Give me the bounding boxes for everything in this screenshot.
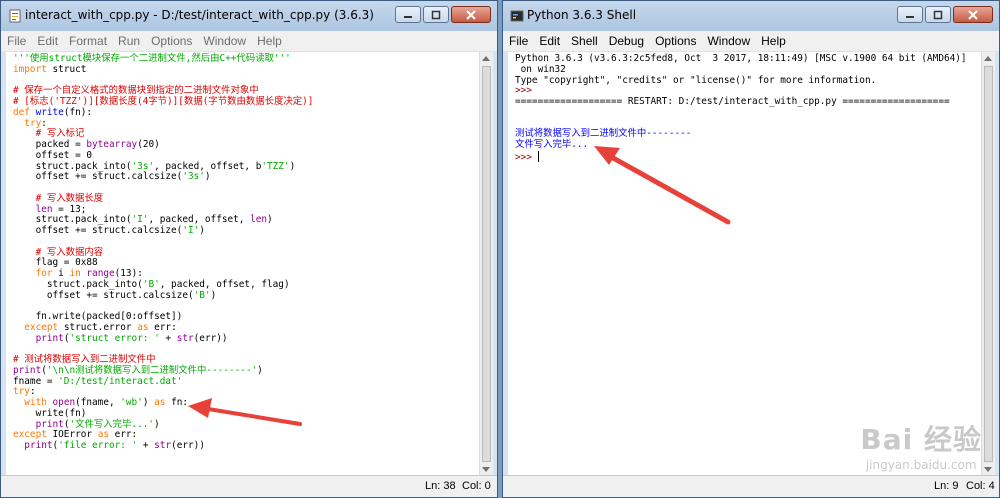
shell-prompt: >>> bbox=[515, 151, 538, 163]
close-icon bbox=[466, 9, 476, 20]
close-icon bbox=[968, 9, 978, 20]
menu-edit[interactable]: Edit bbox=[37, 34, 58, 48]
watermark-url: jingyan.baidu.com bbox=[865, 458, 977, 472]
editor-titlebar[interactable]: interact_with_cpp.py - D:/test/interact_… bbox=[1, 1, 497, 31]
scroll-up-icon[interactable] bbox=[984, 56, 992, 61]
shell-line: on win32 bbox=[515, 63, 566, 75]
watermark-brand: Bai 经验 bbox=[860, 423, 982, 456]
scroll-down-icon[interactable] bbox=[482, 467, 490, 472]
menu-window[interactable]: Window bbox=[203, 34, 246, 48]
code-line: except struct.error as err: bbox=[24, 321, 177, 333]
code-line: # [标志('TZZ')][数据长度(4字节)][数据(字节数由数据长度决定)] bbox=[13, 96, 314, 107]
minimize-icon bbox=[906, 15, 914, 18]
menu-file[interactable]: File bbox=[509, 34, 528, 48]
code-line: # 写入数据长度 bbox=[35, 192, 104, 204]
minimize-button[interactable] bbox=[897, 6, 923, 23]
python-shell-icon bbox=[510, 10, 524, 22]
shell-titlebar[interactable]: Python 3.6.3 Shell bbox=[503, 1, 999, 31]
scroll-up-icon[interactable] bbox=[482, 56, 490, 61]
code-line: offset = 0 bbox=[13, 149, 93, 161]
menu-shell[interactable]: Shell bbox=[571, 34, 598, 48]
code-line: struct.pack_into('3s', packed, offset, b… bbox=[13, 160, 296, 172]
close-button[interactable] bbox=[451, 6, 491, 23]
editor-scrollbar[interactable] bbox=[479, 52, 493, 476]
code-line: except IOError as err: bbox=[13, 429, 138, 441]
menu-help[interactable]: Help bbox=[257, 34, 282, 48]
code-line: print('文件写入完毕...') bbox=[35, 418, 160, 430]
maximize-icon bbox=[933, 10, 943, 19]
menu-edit[interactable]: Edit bbox=[539, 34, 560, 48]
line-number: Ln: 38 bbox=[425, 480, 456, 492]
shell-line: 文件写入完毕... bbox=[515, 139, 589, 150]
menu-help[interactable]: Help bbox=[761, 34, 786, 48]
python-file-icon bbox=[9, 9, 21, 23]
code-line: write(fn) bbox=[13, 407, 87, 419]
scroll-down-icon[interactable] bbox=[984, 467, 992, 472]
menu-format[interactable]: Format bbox=[69, 34, 107, 48]
menu-options[interactable]: Options bbox=[151, 34, 192, 48]
editor-window: interact_with_cpp.py - D:/test/interact_… bbox=[0, 0, 498, 498]
code-line: for i in range(13): bbox=[35, 268, 143, 279]
column-number: Col: 0 bbox=[462, 480, 491, 492]
shell-statusbar: Ln: 9 Col: 4 bbox=[503, 475, 999, 497]
code-line: print('file error: ' + str(err)) bbox=[24, 440, 205, 451]
code-line: struct.pack_into('B', packed, offset, fl… bbox=[13, 278, 290, 290]
menu-options[interactable]: Options bbox=[655, 34, 696, 48]
code-line: struct.pack_into('I', packed, offset, le… bbox=[13, 214, 273, 226]
column-number: Col: 4 bbox=[966, 480, 995, 492]
maximize-button[interactable] bbox=[925, 6, 951, 23]
baidu-watermark: Bai 经验 jingyan.baidu.com bbox=[860, 418, 982, 472]
scroll-thumb[interactable] bbox=[984, 66, 993, 462]
code-line: try: bbox=[13, 386, 36, 398]
shell-output: Python 3.6.3 (v3.6.3:2c5fed8, Oct 3 2017… bbox=[508, 52, 982, 164]
line-number: Ln: 9 bbox=[934, 480, 959, 492]
code-line: # 写入标记 bbox=[35, 128, 85, 140]
code-line: '''使用struct模块保存一个二进制文件,然后由C++代码读取''' bbox=[13, 53, 291, 64]
code-line: with open(fname, 'wb') as fn: bbox=[24, 397, 189, 408]
code-line: def write(fn): bbox=[13, 106, 93, 118]
shell-line: 测试将数据写入到二进制文件中-------- bbox=[515, 128, 692, 140]
code-line: # 写入数据内容 bbox=[35, 246, 104, 258]
code-line: fn.write(packed[0:offset]) bbox=[13, 311, 183, 322]
shell-menubar: File Edit Shell Debug Options Window Hel… bbox=[503, 31, 999, 51]
shell-line: Type "copyright", "credits" or "license(… bbox=[515, 74, 877, 86]
menu-window[interactable]: Window bbox=[707, 34, 750, 48]
scroll-thumb[interactable] bbox=[482, 66, 491, 462]
minimize-button[interactable] bbox=[395, 6, 421, 23]
editor-statusbar: Ln: 38 Col: 0 bbox=[1, 475, 497, 497]
shell-line: Python 3.6.3 (v3.6.3:2c5fed8, Oct 3 2017… bbox=[515, 53, 967, 64]
shell-window-title: Python 3.6.3 Shell bbox=[527, 8, 637, 22]
code-line: fname = 'D:/test/interact.dat' bbox=[13, 375, 183, 387]
maximize-icon bbox=[431, 10, 441, 19]
shell-line: >>> bbox=[515, 85, 538, 97]
code-line: # 测试将数据写入到二进制文件中 bbox=[13, 354, 156, 365]
maximize-button[interactable] bbox=[423, 6, 449, 23]
shell-scrollbar[interactable] bbox=[981, 52, 995, 476]
code-line: offset += struct.calcsize('B') bbox=[13, 289, 217, 301]
menu-debug[interactable]: Debug bbox=[609, 34, 644, 48]
code-editor[interactable]: '''使用struct模块保存一个二进制文件,然后由C++代码读取''' imp… bbox=[6, 52, 480, 476]
code-line: try: bbox=[24, 117, 47, 129]
editor-menubar: File Edit Format Run Options Window Help bbox=[1, 31, 497, 51]
code-line: offset += struct.calcsize('I') bbox=[13, 225, 205, 236]
code-line: print('struct error: ' + str(err)) bbox=[35, 332, 228, 344]
code-line: packed = bytearray(20) bbox=[13, 139, 160, 150]
code-line: import struct bbox=[13, 63, 87, 75]
shell-console[interactable]: Python 3.6.3 (v3.6.3:2c5fed8, Oct 3 2017… bbox=[508, 52, 982, 476]
code-line: flag = 0x88 bbox=[13, 257, 98, 269]
code-line: len = 13; bbox=[35, 203, 87, 215]
code-line: offset += struct.calcsize('3s') bbox=[13, 171, 211, 183]
menu-file[interactable]: File bbox=[7, 34, 26, 48]
shell-line: =================== RESTART: D:/test/int… bbox=[515, 96, 950, 107]
close-button[interactable] bbox=[953, 6, 993, 23]
code-line: print('\n\n测试将数据写入到二进制文件中--------') bbox=[13, 364, 263, 376]
code-line: # 保存一个自定义格式的数据块到指定的二进制文件对象中 bbox=[13, 85, 259, 97]
minimize-icon bbox=[404, 15, 412, 18]
code-text: '''使用struct模块保存一个二进制文件,然后由C++代码读取''' imp… bbox=[6, 52, 480, 452]
menu-run[interactable]: Run bbox=[118, 34, 140, 48]
text-cursor bbox=[537, 150, 539, 162]
editor-window-title: interact_with_cpp.py - D:/test/interact_… bbox=[25, 8, 374, 22]
